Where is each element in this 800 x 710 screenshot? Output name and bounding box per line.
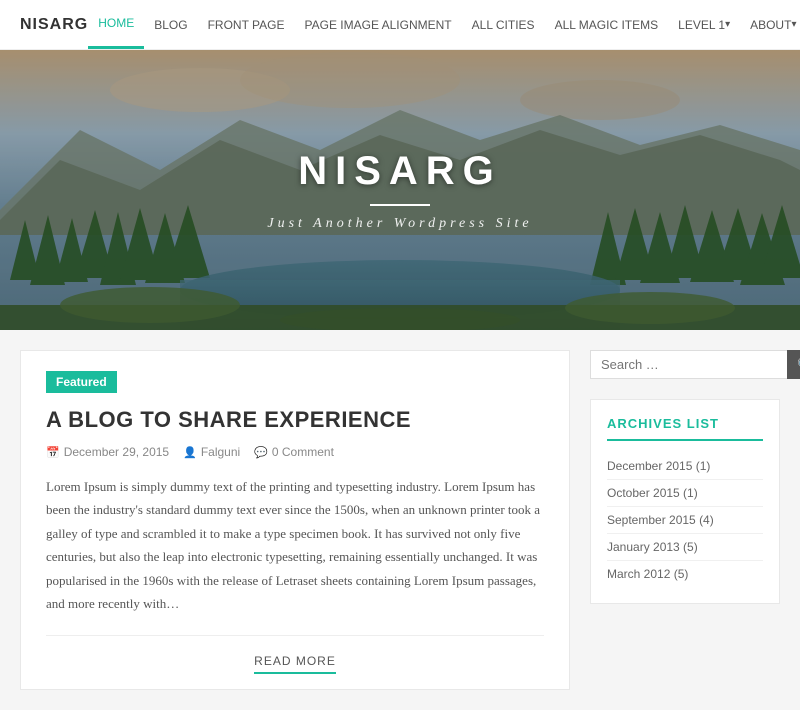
post-footer: READ MORE (46, 635, 544, 674)
sidebar: 🔍 ARCHIVES LIST December 2015 (1) Octobe… (590, 350, 780, 690)
search-input[interactable] (590, 350, 787, 379)
post-date-meta: 📅 December 29, 2015 (46, 445, 169, 459)
site-logo[interactable]: NISARG (20, 16, 88, 34)
featured-badge: Featured (46, 371, 117, 393)
nav-page-image-alignment[interactable]: PAGE IMAGE ALIGNMENT (295, 0, 462, 49)
archive-item-1[interactable]: October 2015 (1) (607, 480, 763, 507)
nav-about[interactable]: ABOUT (740, 0, 800, 49)
nav-all-magic-items[interactable]: ALL MAGIC ITEMS (545, 0, 669, 49)
content-area: Featured A BLOG TO SHARE EXPERIENCE 📅 De… (20, 350, 570, 690)
user-icon: 👤 (183, 446, 197, 459)
post-body: Lorem Ipsum is simply dummy text of the … (46, 475, 544, 615)
main-navigation: HOME BLOG FRONT PAGE PAGE IMAGE ALIGNMEN… (88, 0, 800, 49)
hero-section: NISARG Just Another Wordpress Site (0, 50, 800, 330)
nav-blog[interactable]: BLOG (144, 0, 197, 49)
search-widget: 🔍 (590, 350, 780, 379)
nav-level1[interactable]: LEVEL 1 (668, 0, 740, 49)
site-header: NISARG HOME BLOG FRONT PAGE PAGE IMAGE A… (0, 0, 800, 50)
nav-front-page[interactable]: FRONT PAGE (198, 0, 295, 49)
post-meta: 📅 December 29, 2015 👤 Falguni 💬 0 Commen… (46, 445, 544, 459)
post-comments-meta: 💬 0 Comment (254, 445, 334, 459)
read-more-button[interactable]: READ MORE (254, 650, 336, 674)
archive-item-0[interactable]: December 2015 (1) (607, 453, 763, 480)
nav-home[interactable]: HOME (88, 0, 144, 49)
comment-icon: 💬 (254, 446, 268, 459)
hero-title: NISARG (267, 149, 532, 194)
hero-text-block: NISARG Just Another Wordpress Site (267, 149, 532, 232)
post-title: A BLOG TO SHARE EXPERIENCE (46, 407, 544, 433)
post-comments[interactable]: 0 Comment (272, 445, 334, 459)
archives-widget: ARCHIVES LIST December 2015 (1) October … (590, 399, 780, 604)
main-content-wrapper: Featured A BLOG TO SHARE EXPERIENCE 📅 De… (0, 330, 800, 710)
archive-item-4[interactable]: March 2012 (5) (607, 561, 763, 587)
hero-divider (370, 204, 430, 206)
archive-item-3[interactable]: January 2013 (5) (607, 534, 763, 561)
nav-all-cities[interactable]: ALL CITIES (462, 0, 545, 49)
calendar-icon: 📅 (46, 446, 60, 459)
archive-item-2[interactable]: September 2015 (4) (607, 507, 763, 534)
post-author-meta: 👤 Falguni (183, 445, 240, 459)
post-author[interactable]: Falguni (201, 445, 240, 459)
blog-post-card: Featured A BLOG TO SHARE EXPERIENCE 📅 De… (20, 350, 570, 690)
archives-title: ARCHIVES LIST (607, 416, 763, 441)
hero-tagline: Just Another Wordpress Site (267, 216, 532, 232)
post-date: December 29, 2015 (64, 445, 169, 459)
search-button[interactable]: 🔍 (787, 350, 800, 379)
